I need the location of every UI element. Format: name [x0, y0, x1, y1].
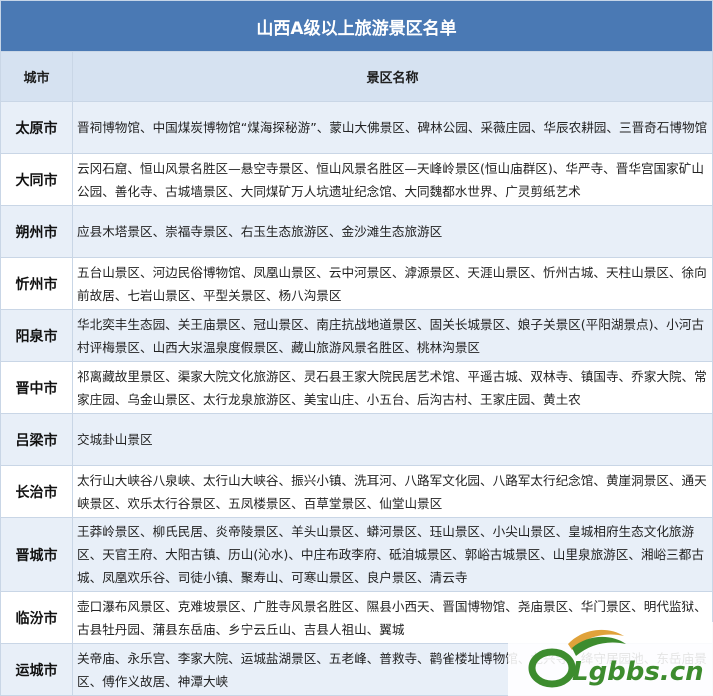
city-cell: 大同市: [0, 153, 73, 206]
column-header-city: 城市: [0, 51, 73, 102]
spots-cell: 华北奕丰生态园、关王庙景区、冠山景区、南庄抗战地道景区、固关长城景区、娘子关景区…: [72, 309, 713, 362]
city-cell: 晋城市: [0, 517, 73, 592]
column-header-spots: 景区名称: [72, 51, 713, 102]
spots-cell: 云冈石窟、恒山风景名胜区—悬空寺景区、恒山风景名胜区—天峰岭景区(恒山庙群区)、…: [72, 153, 713, 206]
city-cell: 晋中市: [0, 361, 73, 414]
city-cell: 阳泉市: [0, 309, 73, 362]
city-cell: 朔州市: [0, 205, 73, 258]
city-cell: 吕梁市: [0, 413, 73, 466]
table-row: 长治市 太行山大峡谷八泉峡、太行山大峡谷、振兴小镇、洗耳河、八路军文化园、八路军…: [0, 465, 713, 518]
city-cell: 忻州市: [0, 257, 73, 310]
city-cell: 太原市: [0, 101, 73, 154]
table-row: 阳泉市 华北奕丰生态园、关王庙景区、冠山景区、南庄抗战地道景区、固关长城景区、娘…: [0, 309, 713, 362]
city-cell: 长治市: [0, 465, 73, 518]
spots-cell: 应县木塔景区、崇福寺景区、右玉生态旅游区、金沙滩生态旅游区: [72, 205, 713, 258]
spots-cell: 祁离藏故里景区、渠家大院文化旅游区、灵石县王家大院民居艺术馆、平遥古城、双林寺、…: [72, 361, 713, 414]
svg-text:Lgbbs.cn: Lgbbs.cn: [572, 657, 704, 687]
table-row: 朔州市 应县木塔景区、崇福寺景区、右玉生态旅游区、金沙滩生态旅游区: [0, 205, 713, 258]
table-row: 吕梁市 交城卦山景区: [0, 413, 713, 466]
scenic-spots-table: 城市 景区名称 太原市 晋祠博物馆、中国煤炭博物馆“煤海探秘游”、蒙山大佛景区、…: [0, 51, 713, 696]
table-row: 太原市 晋祠博物馆、中国煤炭博物馆“煤海探秘游”、蒙山大佛景区、碑林公园、采薇庄…: [0, 101, 713, 154]
table-title: 山西A级以上旅游景区名单: [0, 0, 713, 52]
spots-cell: 晋祠博物馆、中国煤炭博物馆“煤海探秘游”、蒙山大佛景区、碑林公园、采薇庄园、华辰…: [72, 101, 713, 154]
table-row: 晋中市 祁离藏故里景区、渠家大院文化旅游区、灵石县王家大院民居艺术馆、平遥古城、…: [0, 361, 713, 414]
spots-cell: 五台山景区、河边民俗博物馆、凤凰山景区、云中河景区、滹源景区、天涯山景区、忻州古…: [72, 257, 713, 310]
spots-cell: 王莽岭景区、柳氏民居、炎帝陵景区、羊头山景区、蟒河景区、珏山景区、小尖山景区、皇…: [72, 517, 713, 592]
page: 山西A级以上旅游景区名单 城市 景区名称 太原市 晋祠博物馆、中国煤炭博物馆“煤…: [0, 0, 713, 696]
table-row: 晋城市 王莽岭景区、柳氏民居、炎帝陵景区、羊头山景区、蟒河景区、珏山景区、小尖山…: [0, 517, 713, 592]
city-cell: 运城市: [0, 643, 73, 696]
spots-cell: 交城卦山景区: [72, 413, 713, 466]
table-row: 大同市 云冈石窟、恒山风景名胜区—悬空寺景区、恒山风景名胜区—天峰岭景区(恒山庙…: [0, 153, 713, 206]
spots-cell: 太行山大峡谷八泉峡、太行山大峡谷、振兴小镇、洗耳河、八路军文化园、八路军太行纪念…: [72, 465, 713, 518]
lgbbs-logo-icon: Lgbbs.cn: [528, 629, 704, 688]
city-cell: 临汾市: [0, 591, 73, 644]
watermark-logo: Lgbbs.cn: [508, 622, 713, 696]
table-row: 忻州市 五台山景区、河边民俗博物馆、凤凰山景区、云中河景区、滹源景区、天涯山景区…: [0, 257, 713, 310]
